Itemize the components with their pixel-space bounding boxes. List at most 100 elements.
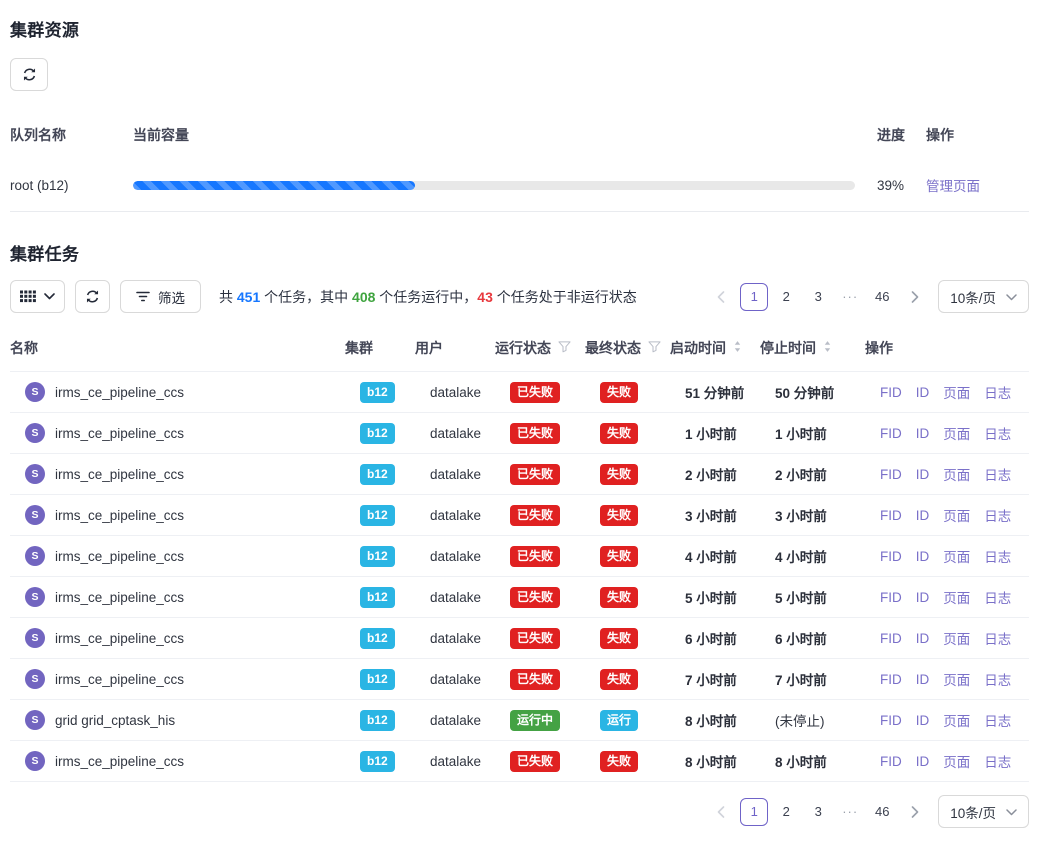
queue-name-header: 队列名称 bbox=[10, 125, 133, 145]
action-link-ID[interactable]: ID bbox=[916, 385, 930, 400]
task-user: datalake bbox=[430, 713, 510, 728]
progress-header: 进度 bbox=[855, 125, 926, 145]
action-link-日志[interactable]: 日志 bbox=[984, 628, 1011, 648]
page-size-select[interactable]: 10条/页 bbox=[938, 280, 1029, 313]
cluster-badge: b12 bbox=[360, 423, 395, 444]
page-item-46[interactable]: 46 bbox=[868, 798, 896, 826]
action-link-ID[interactable]: ID bbox=[916, 590, 930, 605]
action-link-页面[interactable]: 页面 bbox=[943, 382, 970, 402]
action-link-页面[interactable]: 页面 bbox=[943, 464, 970, 484]
action-link-日志[interactable]: 日志 bbox=[984, 505, 1011, 525]
action-link-ID[interactable]: ID bbox=[916, 672, 930, 687]
start-time: 8 小时前 bbox=[685, 710, 775, 730]
table-row: S irms_ce_pipeline_ccs b12 datalake 已失败 … bbox=[10, 454, 1029, 495]
task-actions: FID ID 页面日志 bbox=[880, 505, 1023, 525]
prev-page-button[interactable] bbox=[708, 798, 734, 826]
action-link-ID[interactable]: ID bbox=[916, 467, 930, 482]
action-link-ID[interactable]: ID bbox=[916, 754, 930, 769]
page-size-value: 10条/页 bbox=[950, 287, 996, 307]
filter-funnel-icon[interactable] bbox=[558, 340, 571, 356]
task-name: irms_ce_pipeline_ccs bbox=[55, 467, 184, 482]
table-row: S irms_ce_pipeline_ccs b12 datalake 已失败 … bbox=[10, 618, 1029, 659]
spark-avatar-icon: S bbox=[25, 710, 45, 730]
total-count: 451 bbox=[237, 289, 260, 305]
action-link-日志[interactable]: 日志 bbox=[984, 464, 1011, 484]
page-item-3[interactable]: 3 bbox=[804, 798, 832, 826]
action-link-日志[interactable]: 日志 bbox=[984, 710, 1011, 730]
final-status-column-header[interactable]: 最终状态 bbox=[585, 338, 670, 358]
action-link-FID[interactable]: FID bbox=[880, 713, 902, 728]
stop-time: (未停止) bbox=[775, 710, 880, 730]
start-time: 8 小时前 bbox=[685, 751, 775, 771]
action-link-ID[interactable]: ID bbox=[916, 426, 930, 441]
page-item-1[interactable]: 1 bbox=[740, 283, 768, 311]
resources-refresh-button[interactable] bbox=[10, 58, 48, 91]
action-link-日志[interactable]: 日志 bbox=[984, 382, 1011, 402]
action-link-日志[interactable]: 日志 bbox=[984, 751, 1011, 771]
spark-avatar-icon: S bbox=[25, 546, 45, 566]
action-link-页面[interactable]: 页面 bbox=[943, 546, 970, 566]
stop-time-column-header[interactable]: 停止时间 bbox=[760, 338, 865, 358]
page-list: 123···46 bbox=[738, 283, 898, 311]
action-link-FID[interactable]: FID bbox=[880, 631, 902, 646]
stop-time: 8 小时前 bbox=[775, 751, 880, 771]
page-item-3[interactable]: 3 bbox=[804, 283, 832, 311]
spark-avatar-icon: S bbox=[25, 628, 45, 648]
action-link-页面[interactable]: 页面 bbox=[943, 423, 970, 443]
page-size-select[interactable]: 10条/页 bbox=[938, 795, 1029, 828]
chevron-down-icon bbox=[1006, 289, 1017, 304]
action-link-日志[interactable]: 日志 bbox=[984, 423, 1011, 443]
action-link-页面[interactable]: 页面 bbox=[943, 669, 970, 689]
action-link-FID[interactable]: FID bbox=[880, 549, 902, 564]
action-link-ID[interactable]: ID bbox=[916, 713, 930, 728]
spark-avatar-icon: S bbox=[25, 751, 45, 771]
action-link-FID[interactable]: FID bbox=[880, 426, 902, 441]
page-item-2[interactable]: 2 bbox=[772, 798, 800, 826]
start-time: 1 小时前 bbox=[685, 423, 775, 443]
manage-page-link[interactable]: 管理页面 bbox=[926, 179, 980, 194]
action-link-页面[interactable]: 页面 bbox=[943, 587, 970, 607]
action-link-FID[interactable]: FID bbox=[880, 385, 902, 400]
start-time: 2 小时前 bbox=[685, 464, 775, 484]
sort-icon[interactable] bbox=[733, 340, 742, 356]
action-link-页面[interactable]: 页面 bbox=[943, 710, 970, 730]
sort-icon[interactable] bbox=[823, 340, 832, 356]
final-status-badge: 失败 bbox=[600, 546, 638, 567]
action-link-日志[interactable]: 日志 bbox=[984, 587, 1011, 607]
filter-funnel-icon[interactable] bbox=[648, 340, 661, 356]
start-time-column-header[interactable]: 启动时间 bbox=[670, 338, 760, 358]
stopped-count: 43 bbox=[477, 289, 493, 305]
action-link-FID[interactable]: FID bbox=[880, 590, 902, 605]
action-link-ID[interactable]: ID bbox=[916, 631, 930, 646]
next-page-button[interactable] bbox=[902, 283, 928, 311]
action-link-日志[interactable]: 日志 bbox=[984, 669, 1011, 689]
action-link-FID[interactable]: FID bbox=[880, 672, 902, 687]
page-item-1[interactable]: 1 bbox=[740, 798, 768, 826]
cluster-tasks-title: 集群任务 bbox=[10, 240, 1029, 265]
run-status-column-header[interactable]: 运行状态 bbox=[495, 338, 585, 358]
page-item-46[interactable]: 46 bbox=[868, 283, 896, 311]
prev-page-button[interactable] bbox=[708, 283, 734, 311]
action-link-ID[interactable]: ID bbox=[916, 549, 930, 564]
action-link-页面[interactable]: 页面 bbox=[943, 751, 970, 771]
action-link-日志[interactable]: 日志 bbox=[984, 546, 1011, 566]
action-link-FID[interactable]: FID bbox=[880, 754, 902, 769]
action-link-页面[interactable]: 页面 bbox=[943, 628, 970, 648]
task-user: datalake bbox=[430, 672, 510, 687]
action-link-FID[interactable]: FID bbox=[880, 508, 902, 523]
page-item-2[interactable]: 2 bbox=[772, 283, 800, 311]
stop-time: 6 小时前 bbox=[775, 628, 880, 648]
cluster-badge: b12 bbox=[360, 505, 395, 526]
task-actions: FID ID 页面日志 bbox=[880, 464, 1023, 484]
next-page-button[interactable] bbox=[902, 798, 928, 826]
action-link-FID[interactable]: FID bbox=[880, 467, 902, 482]
action-link-ID[interactable]: ID bbox=[916, 508, 930, 523]
resources-actions-header: 操作 bbox=[926, 125, 1029, 145]
page-ellipsis[interactable]: ··· bbox=[836, 798, 864, 826]
filter-button[interactable]: 筛选 bbox=[120, 280, 201, 313]
tasks-refresh-button[interactable] bbox=[75, 280, 110, 313]
action-link-页面[interactable]: 页面 bbox=[943, 505, 970, 525]
run-status-badge: 已失败 bbox=[510, 423, 560, 444]
page-ellipsis[interactable]: ··· bbox=[836, 283, 864, 311]
column-settings-button[interactable] bbox=[10, 280, 65, 313]
